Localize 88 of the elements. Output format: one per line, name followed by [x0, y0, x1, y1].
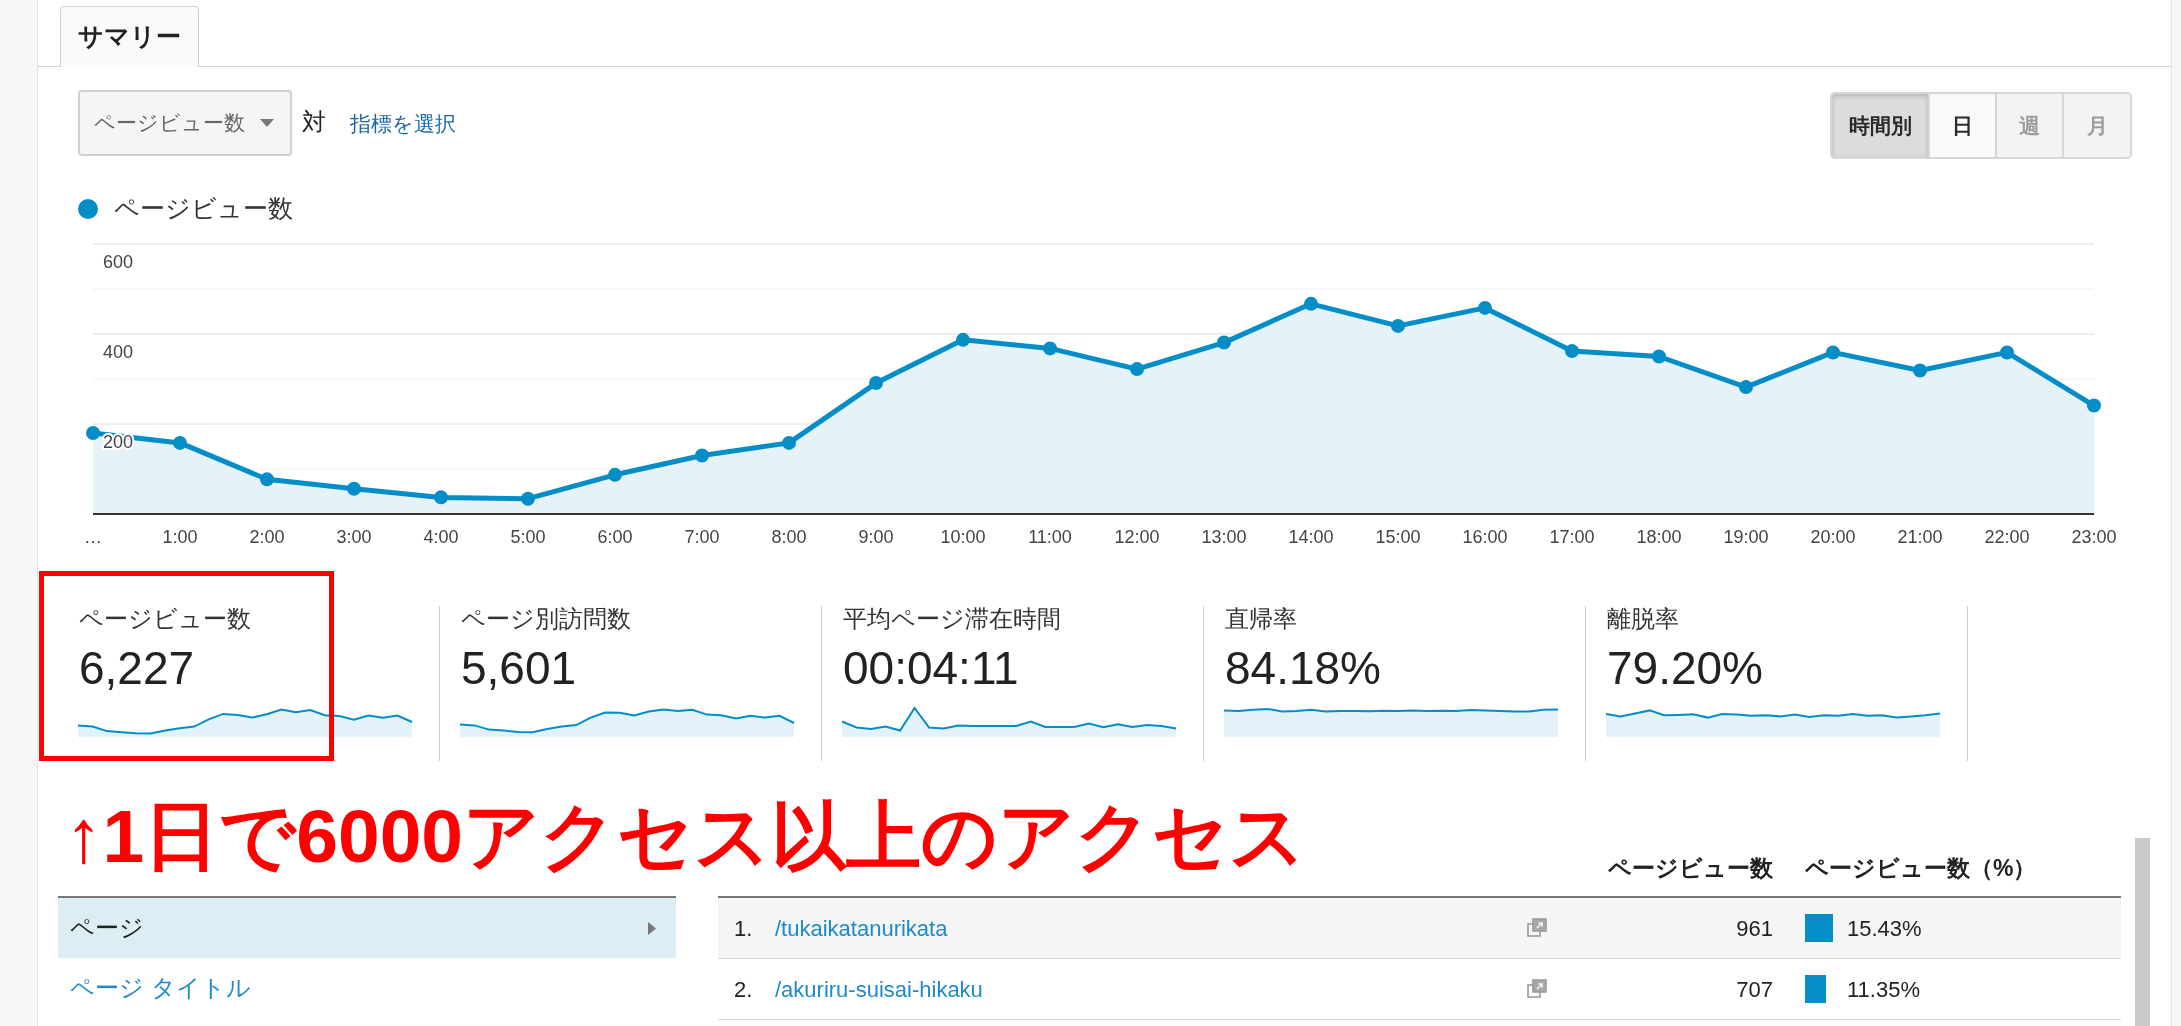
popout-icon[interactable] — [1527, 918, 1547, 938]
metric-label: 直帰率 — [1225, 606, 1297, 632]
scrollbar[interactable] — [2135, 838, 2150, 1026]
metric-value: 00:04:11 — [843, 642, 1019, 694]
x-axis-label: 4:00 — [423, 527, 459, 547]
percent-bar — [1805, 975, 1826, 1003]
x-axis-label: 6:00 — [597, 527, 633, 547]
data-point — [1739, 380, 1753, 395]
metric-value: 84.18% — [1225, 642, 1381, 694]
x-axis-label: 9:00 — [858, 527, 894, 547]
period-button[interactable]: 時間別 — [1832, 94, 1928, 157]
x-axis-label: 22:00 — [1984, 527, 2030, 547]
metric-label: 平均ページ滞在時間 — [843, 606, 1061, 632]
metric-label: ページ別訪問数 — [461, 606, 631, 632]
y-axis-label: 600 — [103, 252, 134, 272]
data-point — [956, 332, 970, 347]
caret-down-icon — [260, 119, 274, 127]
x-axis-label: 14:00 — [1288, 527, 1334, 547]
dimension-item[interactable]: ページ — [58, 898, 676, 958]
x-axis-label: 1:00 — [162, 527, 198, 547]
page-link[interactable]: /akuriru-suisai-hikaku — [775, 976, 983, 1002]
select-metric-link[interactable]: 指標を選択 — [350, 108, 456, 140]
summary-tab[interactable]: サマリー — [60, 6, 199, 67]
data-point — [1826, 345, 1840, 360]
x-axis-label: 12:00 — [1114, 527, 1160, 547]
data-point — [1913, 363, 1927, 378]
data-point — [2087, 398, 2101, 413]
data-point — [1043, 341, 1057, 356]
x-axis-label: 19:00 — [1723, 527, 1769, 547]
x-axis-label: 5:00 — [510, 527, 546, 547]
metric-value: 5,601 — [461, 642, 577, 694]
page-link[interactable]: /tukaikatanurikata — [775, 915, 948, 941]
x-axis-label: 7:00 — [684, 527, 720, 547]
metric-label: 離脱率 — [1607, 606, 1679, 632]
x-axis-label: 20:00 — [1810, 527, 1856, 547]
data-point — [434, 490, 448, 505]
x-axis-label: 17:00 — [1549, 527, 1595, 547]
metric-label: ページビュー数 — [79, 606, 251, 632]
column-header: ページビュー数 — [1608, 853, 1773, 883]
annotation-text: ↑1日で6000アクセス以上のアクセス — [65, 795, 1307, 877]
metric-value: 6,227 — [79, 642, 195, 694]
percent-value: 15.43% — [1847, 914, 1922, 943]
data-point — [521, 491, 535, 506]
x-axis-label: 8:00 — [771, 527, 807, 547]
data-point — [1391, 318, 1405, 333]
data-point — [1217, 335, 1231, 350]
column-header: ページビュー数（%） — [1805, 853, 2037, 883]
x-axis-label: 10:00 — [940, 527, 986, 547]
row-number: 1. — [734, 914, 754, 943]
pageviews-value: 707 — [1736, 975, 1773, 1004]
metric-dropdown[interactable]: ページビュー数 — [78, 90, 292, 156]
x-axis-label: 2:00 — [249, 527, 285, 547]
row-number: 2. — [734, 975, 754, 1004]
data-point — [1304, 296, 1318, 311]
x-axis-label: 16:00 — [1462, 527, 1508, 547]
period-button[interactable]: 日 — [1928, 94, 1995, 157]
x-axis-label: … — [84, 527, 102, 547]
dimension-item[interactable]: ページ タイトル — [58, 958, 676, 1018]
data-point — [1130, 362, 1144, 377]
x-axis-label: 3:00 — [336, 527, 372, 547]
y-axis-label: 200 — [103, 432, 134, 452]
data-point — [1478, 300, 1492, 315]
data-point — [869, 376, 883, 391]
x-axis-label: 13:00 — [1201, 527, 1247, 547]
percent-bar — [1805, 914, 1834, 942]
data-point — [260, 472, 274, 487]
data-point — [1565, 344, 1579, 359]
data-point — [86, 426, 100, 440]
legend-label: ページビュー数 — [114, 193, 293, 225]
x-axis-label: 23:00 — [2071, 527, 2117, 547]
data-point — [695, 448, 709, 463]
metric-value: 79.20% — [1607, 642, 1763, 694]
x-axis-label: 15:00 — [1375, 527, 1421, 547]
data-point — [608, 467, 622, 482]
x-axis-label: 18:00 — [1636, 527, 1682, 547]
data-point — [1652, 349, 1666, 364]
caret-right-icon — [648, 921, 656, 935]
percent-value: 11.35% — [1847, 975, 1920, 1004]
y-axis-label: 400 — [103, 342, 134, 362]
data-point — [347, 481, 361, 496]
data-point — [782, 435, 796, 450]
x-axis-label: 21:00 — [1897, 527, 1943, 547]
pageviews-value: 961 — [1736, 914, 1773, 943]
versus-label: 対 — [302, 107, 326, 137]
data-point — [2000, 345, 2014, 360]
popout-icon[interactable] — [1527, 979, 1547, 999]
data-point — [173, 435, 187, 450]
x-axis-label: 11:00 — [1028, 527, 1072, 547]
